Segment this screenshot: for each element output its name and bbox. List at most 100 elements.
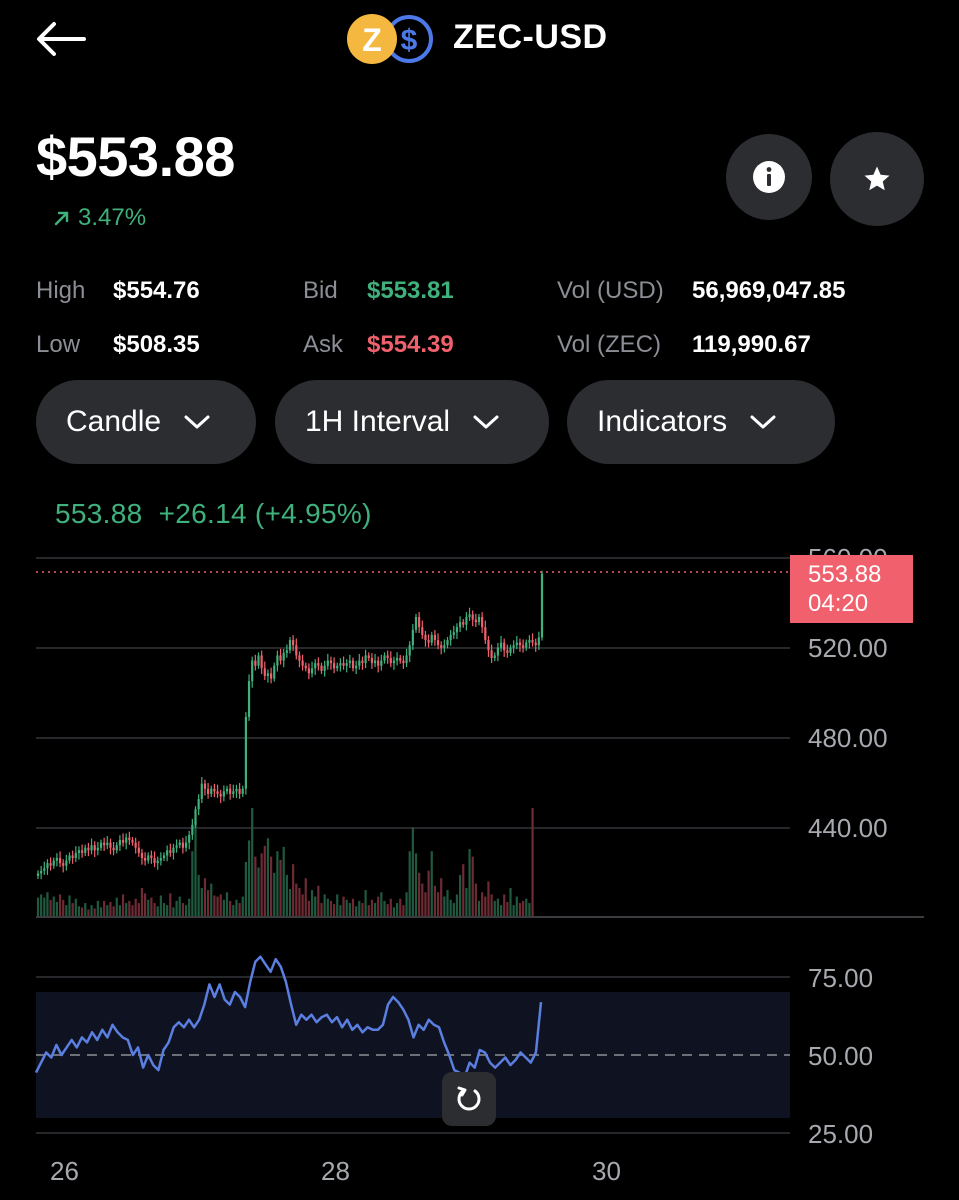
volume-bar <box>90 905 93 916</box>
volume-bar <box>411 827 414 916</box>
volume-bar <box>399 898 402 916</box>
back-button[interactable] <box>34 14 94 64</box>
candle-body <box>304 665 307 669</box>
base-coin-letter: Z <box>362 22 382 58</box>
candle-body <box>235 788 238 792</box>
candle-body <box>276 655 279 666</box>
volume-bar <box>336 894 339 916</box>
candle-body <box>247 681 251 717</box>
volume-bar <box>52 896 55 916</box>
volume-bar <box>219 894 222 916</box>
candle-body <box>396 658 399 661</box>
volume-bar <box>503 894 506 916</box>
candle-body <box>418 616 421 628</box>
volume-bar <box>525 898 528 916</box>
candle-body <box>188 834 191 843</box>
candle-body <box>36 873 40 876</box>
reset-chart-button[interactable] <box>442 1072 496 1126</box>
candle-body <box>210 788 213 794</box>
volume-bar <box>241 896 244 916</box>
volume-bar <box>247 840 251 916</box>
candle-body <box>455 627 459 633</box>
volume-bar <box>260 853 263 916</box>
candle-body <box>342 663 345 666</box>
y-tick-label: 520.00 <box>808 633 888 663</box>
candle-body <box>314 663 317 669</box>
candle-body <box>166 850 169 856</box>
candle-body <box>266 673 270 676</box>
volume-bar <box>96 900 99 916</box>
volume-bar <box>430 851 433 916</box>
volume-bar <box>279 859 282 916</box>
candle-body <box>71 855 74 859</box>
volume-bar <box>270 856 273 916</box>
pair-logo: $ Z <box>345 12 437 66</box>
candle-body <box>528 640 531 643</box>
volume-bar <box>358 900 361 916</box>
volume-bar <box>490 894 493 916</box>
volume-bar <box>71 903 74 916</box>
chart-type-dropdown[interactable]: Candle <box>36 380 256 464</box>
volume-bar <box>273 872 276 916</box>
chart-type-label: Candle <box>66 405 162 438</box>
favorite-button[interactable] <box>830 132 924 226</box>
candle-body <box>443 645 446 648</box>
candle-body <box>121 840 125 843</box>
volume-bar <box>254 856 257 916</box>
candle-body <box>207 788 210 794</box>
volume-bar <box>373 903 377 916</box>
volume-bar <box>361 903 364 916</box>
candle-body <box>531 640 534 643</box>
last-price-value: 553.88 <box>808 561 882 588</box>
candle-body <box>336 665 339 669</box>
volume-bar <box>477 900 481 916</box>
volume-bar <box>355 906 358 916</box>
volume-bar <box>314 896 317 916</box>
volume-bar <box>169 893 172 916</box>
candle-body <box>150 855 153 859</box>
volume-bar <box>181 903 184 916</box>
candle-body <box>427 640 430 643</box>
vol-usd-label: Vol (USD) <box>557 277 664 304</box>
candle-body <box>481 616 484 628</box>
candle-body <box>181 842 184 848</box>
volume-bar <box>443 896 446 916</box>
volume-bar <box>156 906 159 916</box>
info-button[interactable] <box>726 134 812 220</box>
indicators-label: Indicators <box>597 405 728 438</box>
volume-bar <box>531 808 534 916</box>
candle-body <box>383 655 386 661</box>
candle-body <box>159 858 162 861</box>
volume-bar <box>222 899 225 916</box>
volume-bar <box>351 898 355 916</box>
volume-bar <box>134 898 137 916</box>
volume-bar <box>446 890 449 916</box>
candle-body <box>254 660 257 666</box>
volume-bar <box>197 874 200 916</box>
volume-bar <box>172 907 175 916</box>
volume-bar <box>266 838 270 916</box>
x-axis-labels: 26 28 30 <box>50 1156 621 1186</box>
candle-body <box>518 642 522 646</box>
candle-body <box>147 855 150 861</box>
volume-bar <box>81 907 84 916</box>
candle-body <box>377 660 380 666</box>
volume-bar <box>232 905 235 916</box>
interval-dropdown[interactable]: 1H Interval <box>275 380 549 464</box>
candle-body <box>386 655 389 659</box>
volume-bar <box>518 903 522 916</box>
candle-countdown: 04:20 <box>808 590 869 617</box>
volume-bars <box>36 808 534 916</box>
candle-body <box>329 660 333 664</box>
volume-bar <box>55 901 58 916</box>
volume-bar <box>345 899 348 916</box>
rsi-tick-label: 50.00 <box>808 1041 873 1071</box>
volume-bar <box>471 856 474 916</box>
indicators-dropdown[interactable]: Indicators <box>567 380 835 464</box>
candle-body <box>361 660 364 664</box>
volume-bar <box>125 903 128 916</box>
volume-bar <box>178 896 181 916</box>
candle-body <box>503 642 506 651</box>
rsi-axis-labels: 75.00 50.00 25.00 <box>808 963 873 1149</box>
volume-bar <box>36 897 40 916</box>
